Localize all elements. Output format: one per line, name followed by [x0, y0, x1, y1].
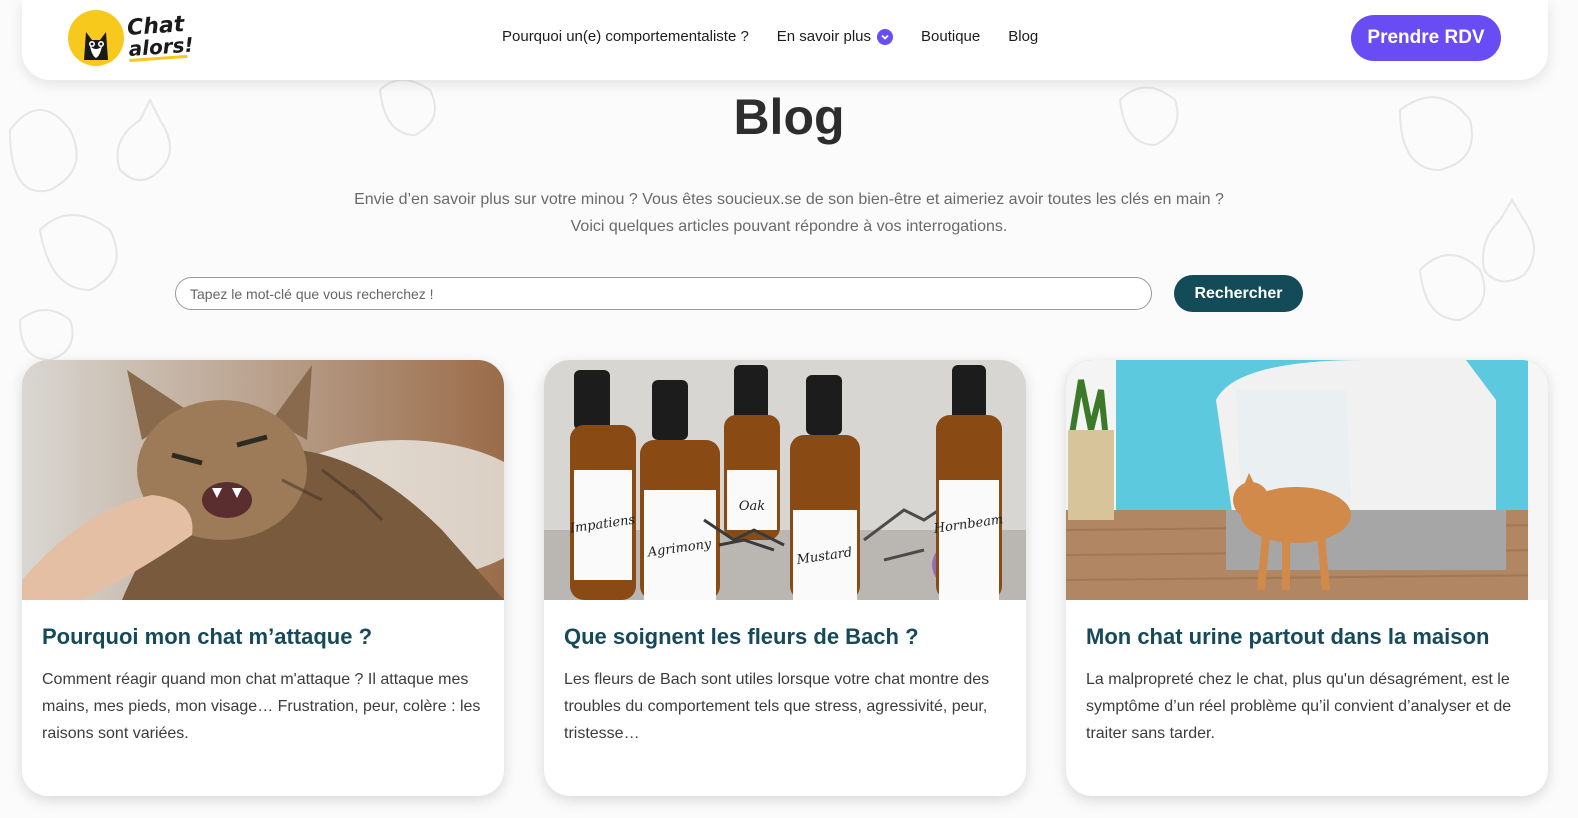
- site-header: Chat alors! Pourquoi un(e) comportementa…: [22, 0, 1548, 80]
- nav-item-blog[interactable]: Blog: [1008, 28, 1038, 45]
- article-excerpt: Les fleurs de Bach sont utiles lorsque v…: [564, 671, 990, 742]
- nav-item-label: Pourquoi un(e) comportementaliste ?: [502, 28, 749, 45]
- bottle-label-oak: Oak: [739, 499, 765, 514]
- nav-item-label: Boutique: [921, 28, 981, 45]
- article-image: [1066, 360, 1548, 600]
- site-logo[interactable]: Chat alors!: [68, 8, 196, 68]
- logo-line-2: alors!: [127, 31, 195, 62]
- nav-item-label: En savoir plus: [776, 28, 872, 45]
- nav-item-pourquoi[interactable]: Pourquoi un(e) comportementaliste ?: [502, 28, 749, 45]
- nav-item-boutique[interactable]: Boutique: [921, 28, 980, 45]
- search-input[interactable]: [175, 277, 1152, 310]
- article-card-urine[interactable]: Mon chat urine partout dans la maison La…: [1066, 360, 1548, 796]
- page-title: Blog: [733, 89, 845, 145]
- article-image: [22, 360, 504, 600]
- article-title[interactable]: Pourquoi mon chat m’attaque ?: [42, 624, 484, 650]
- article-card-bach[interactable]: Impatiens Agrimony Oak Mustard Hornbeam …: [544, 360, 1026, 796]
- cat-logo-icon: [68, 10, 124, 66]
- chevron-down-icon: [877, 28, 894, 45]
- search-button[interactable]: Rechercher: [1174, 275, 1303, 312]
- article-excerpt: La malpropreté chez le chat, plus qu'un …: [1086, 671, 1512, 742]
- article-excerpt: Comment réagir quand mon chat m'attaque …: [42, 671, 481, 742]
- logo-wordmark: Chat alors!: [126, 12, 195, 62]
- intro-line-2: Voici quelques articles pouvant répondre…: [570, 218, 1008, 235]
- article-title[interactable]: Mon chat urine partout dans la maison: [1086, 624, 1528, 650]
- article-title[interactable]: Que soignent les fleurs de Bach ?: [564, 624, 1006, 650]
- nav-item-en-savoir-plus[interactable]: En savoir plus: [776, 28, 894, 45]
- main-nav: Pourquoi un(e) comportementaliste ? En s…: [502, 28, 1038, 45]
- intro-line-1: Envie d’en savoir plus sur votre minou ?…: [354, 191, 1224, 208]
- page-intro: Envie d’en savoir plus sur votre minou ?…: [0, 186, 1578, 240]
- article-image: Impatiens Agrimony Oak Mustard Hornbeam: [544, 360, 1026, 600]
- prendre-rdv-button[interactable]: Prendre RDV: [1351, 15, 1501, 61]
- article-card-attack[interactable]: Pourquoi mon chat m’attaque ? Comment ré…: [22, 360, 504, 796]
- nav-item-label: Blog: [1008, 28, 1039, 45]
